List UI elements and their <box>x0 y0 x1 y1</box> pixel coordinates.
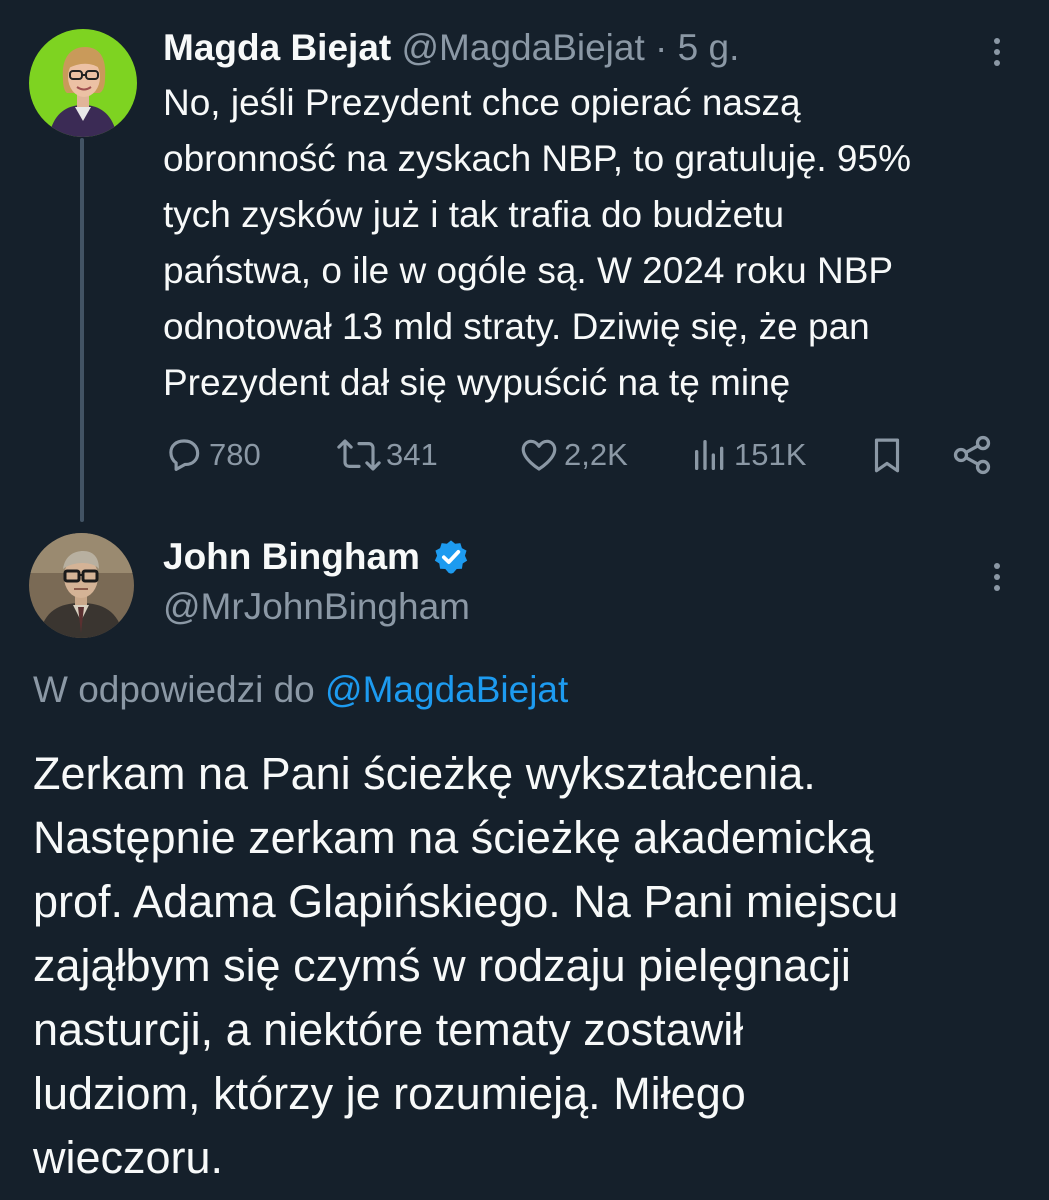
tweet-time[interactable]: 5 g. <box>678 27 740 68</box>
views-button[interactable]: 151K <box>690 430 806 480</box>
like-icon <box>521 439 557 471</box>
tweet1-header: Magda Biejat @MagdaBiejat · 5 g. <box>163 26 739 70</box>
author-name[interactable]: John Bingham <box>163 535 420 579</box>
more-options-icon[interactable] <box>990 38 1004 71</box>
views-count: 151K <box>734 437 807 472</box>
reply-handle-link[interactable]: @MagdaBiejat <box>325 669 568 710</box>
avatar-john-bingham[interactable] <box>29 533 134 638</box>
more-options-icon[interactable] <box>990 563 1004 596</box>
reply-button[interactable]: 780 <box>163 430 261 480</box>
reply-icon <box>169 439 200 471</box>
author-handle[interactable]: @MrJohnBingham <box>163 585 470 629</box>
like-button[interactable]: 2,2K <box>518 430 628 480</box>
tweet1-text: No, jeśli Prezydent chce opierać naszą o… <box>163 82 911 403</box>
repost-count: 341 <box>386 437 438 472</box>
author-handle[interactable]: @MagdaBiejat <box>402 27 645 68</box>
bookmark-icon <box>874 438 900 473</box>
share-button[interactable] <box>950 430 998 480</box>
reply-prefix: W odpowiedzi do <box>33 669 315 710</box>
reply-context: W odpowiedzi do @MagdaBiejat <box>33 668 568 712</box>
reply-count: 780 <box>209 437 261 472</box>
bookmark-button[interactable] <box>866 430 912 480</box>
tweet1-action-bar: 780 341 2,2K 151K <box>163 430 1003 480</box>
repost-button[interactable]: 341 <box>336 430 438 480</box>
verified-badge-icon <box>434 540 468 574</box>
author-name-row: John Bingham <box>163 535 470 579</box>
views-icon <box>695 440 724 470</box>
repost-icon <box>337 439 381 471</box>
thread-connector-line <box>80 138 84 522</box>
share-icon <box>953 435 991 475</box>
header-separator: · <box>655 27 668 68</box>
author-name[interactable]: Magda Biejat <box>163 27 391 68</box>
avatar-magda-biejat[interactable] <box>29 29 137 137</box>
tweet2-text: Zerkam na Pani ścieżkę wykształcenia. Na… <box>33 748 899 1183</box>
like-count: 2,2K <box>564 437 628 472</box>
